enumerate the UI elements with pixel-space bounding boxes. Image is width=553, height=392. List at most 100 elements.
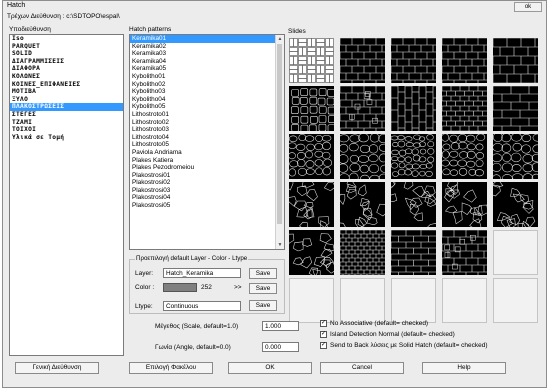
- slide-stones-e[interactable]: [493, 134, 538, 179]
- slide-bricks-h[interactable]: [442, 38, 487, 83]
- folder-item[interactable]: ΚΟΙΝΕΣ_ΕΠΙΦΑΝΕΙΕΣ: [10, 81, 123, 89]
- pick-folder-button[interactable]: Επιλογή Φακέλου: [129, 362, 213, 374]
- pattern-item[interactable]: Kybolitho01: [130, 73, 284, 81]
- slide-crazy-c[interactable]: [391, 182, 436, 227]
- folder-item[interactable]: Υλικά σε Τομή: [10, 134, 123, 142]
- current-dir-button[interactable]: Γενική Διεύθυνση: [15, 362, 99, 374]
- slide-blocks-wide[interactable]: [493, 86, 538, 131]
- layer-input[interactable]: Hatch_Keramika: [163, 268, 241, 278]
- slide-stones-c[interactable]: [391, 134, 436, 179]
- slide-blocks[interactable]: [391, 38, 436, 83]
- slide-cobble-lg[interactable]: [289, 86, 334, 131]
- slide-crazy-e[interactable]: [493, 182, 538, 227]
- slide-empty[interactable]: [340, 278, 385, 323]
- slide-stones-d[interactable]: [442, 134, 487, 179]
- pattern-list[interactable]: Keramika01 Keramika02 Keramika03 Keramika04…: [129, 34, 285, 250]
- help-button[interactable]: Help: [422, 362, 506, 374]
- folder-item[interactable]: ΔΙΑΓΡΑΜΜΙΣΕΙΣ: [10, 58, 123, 66]
- no-associative-checkbox[interactable]: ✓: [320, 320, 327, 327]
- slide-bricks-tall[interactable]: [493, 38, 538, 83]
- pattern-item[interactable]: Lithostroto04: [130, 134, 284, 142]
- color-arrow[interactable]: >>: [234, 284, 242, 291]
- pattern-item[interactable]: Plakes Pezodromeiou: [130, 164, 284, 172]
- slide-grid-dense[interactable]: [340, 230, 385, 275]
- pattern-item[interactable]: Plakostrosi05: [130, 202, 284, 210]
- pattern-item[interactable]: Plakostrosi03: [130, 187, 284, 195]
- folder-item[interactable]: ΔΙΑΦΟΡΑ: [10, 65, 123, 73]
- current-path: Τρέχων Διεύθυνση : c:\SDTOPO\espal\: [7, 13, 120, 20]
- folders-header: Υποδιεύθυνση: [9, 26, 51, 33]
- folder-item[interactable]: ΤΟΙΧΟΙ: [10, 126, 123, 134]
- folder-item[interactable]: PARQUET: [10, 43, 123, 51]
- ltype-save-button[interactable]: Save: [249, 300, 277, 311]
- slide-bricks-small[interactable]: [442, 86, 487, 131]
- pattern-scrollbar[interactable]: ▲ ▼: [275, 35, 284, 249]
- color-save-button[interactable]: Save: [249, 283, 277, 294]
- island-detection-checkbox[interactable]: ✓: [320, 331, 327, 338]
- slide-blocks-mixed[interactable]: [340, 86, 385, 131]
- slide-crazy-a[interactable]: [289, 182, 334, 227]
- folder-item[interactable]: Iso: [10, 35, 123, 43]
- slide-empty[interactable]: [289, 278, 334, 323]
- slide-bricks-v[interactable]: [391, 86, 436, 131]
- scroll-down-icon[interactable]: ▼: [276, 241, 284, 249]
- folder-item[interactable]: ΚΟΛΩΝΕΣ: [10, 73, 123, 81]
- pattern-item[interactable]: Plakostrosi02: [130, 179, 284, 187]
- layer-save-button[interactable]: Save: [249, 268, 277, 279]
- slide-empty[interactable]: [442, 278, 487, 323]
- folder-item[interactable]: SOLID: [10, 50, 123, 58]
- angle-label: Γωνία (Angle, default=0.0): [155, 344, 231, 351]
- slide-bricks[interactable]: [340, 38, 385, 83]
- layer-group-title: Προεπιλογή default Layer - Color - Ltype: [135, 255, 249, 262]
- pattern-item[interactable]: Lithostroto01: [130, 111, 284, 119]
- scale-label: Μέγεθος (Scale, default=1.0): [155, 323, 239, 330]
- folder-item[interactable]: ΣΤΕΓΕΣ: [10, 111, 123, 119]
- folder-item[interactable]: ΠΛΑΚΟΣΤΡΩΣΕΙΣ: [10, 103, 123, 111]
- pattern-item[interactable]: Plakostrosi04: [130, 194, 284, 202]
- slide-empty[interactable]: [391, 278, 436, 323]
- pattern-item[interactable]: Keramika03: [130, 50, 284, 58]
- pattern-item[interactable]: Keramika04: [130, 58, 284, 66]
- slide-empty[interactable]: [493, 278, 538, 323]
- scroll-up-icon[interactable]: ▲: [276, 35, 284, 43]
- slide-stones-a[interactable]: [289, 134, 334, 179]
- slide-empty[interactable]: [493, 230, 538, 275]
- slide-stones-b[interactable]: [340, 134, 385, 179]
- pattern-item[interactable]: Lithostroto05: [130, 141, 284, 149]
- folder-list[interactable]: Iso PARQUET SOLID ΔΙΑΓΡΑΜΜΙΣΕΙΣ ΔΙΑΦΟΡΑ ΚΟΛΩΝ…: [9, 34, 124, 356]
- color-swatch[interactable]: [163, 283, 197, 292]
- slide-paving[interactable]: [442, 230, 487, 275]
- pattern-item[interactable]: Kybolitho04: [130, 96, 284, 104]
- pattern-item[interactable]: Lithostroto03: [130, 126, 284, 134]
- pattern-item[interactable]: Plakostrosi01: [130, 172, 284, 180]
- island-detection-label: Island Detection Normal (default= checke…: [330, 331, 455, 338]
- ok-button[interactable]: OK: [228, 362, 312, 374]
- pattern-item[interactable]: Paviola Andriama: [130, 149, 284, 157]
- pattern-item[interactable]: Lithostroto02: [130, 119, 284, 127]
- angle-input[interactable]: 0.000: [262, 342, 299, 352]
- pattern-item[interactable]: Keramika05: [130, 65, 284, 73]
- pattern-item[interactable]: Kybolitho05: [130, 103, 284, 111]
- scale-input[interactable]: 1.000: [262, 321, 299, 331]
- folder-item[interactable]: ΤΖΑΜΙ: [10, 119, 123, 127]
- close-button[interactable]: ok: [514, 2, 542, 12]
- pattern-item[interactable]: Plakes Katiera: [130, 157, 284, 165]
- pattern-item[interactable]: Keramika02: [130, 43, 284, 51]
- patterns-header: Hatch patterns: [129, 26, 172, 33]
- slide-slates[interactable]: [391, 230, 436, 275]
- slides-header: Slides: [288, 28, 306, 35]
- slide-crazy-f[interactable]: [289, 230, 334, 275]
- slide-basket[interactable]: [289, 38, 334, 83]
- pattern-item[interactable]: Kybolitho02: [130, 81, 284, 89]
- folder-item[interactable]: ΞΥΛΟ: [10, 96, 123, 104]
- send-to-back-checkbox[interactable]: ✓: [320, 342, 327, 349]
- slide-crazy-b[interactable]: [340, 182, 385, 227]
- folder-item[interactable]: ΜΟΤΙΒΑ: [10, 88, 123, 96]
- cancel-button[interactable]: Cancel: [320, 362, 404, 374]
- pattern-item[interactable]: Kybolitho03: [130, 88, 284, 96]
- title-bar: Hatch ok: [3, 1, 546, 12]
- pattern-item[interactable]: Keramika01: [130, 35, 284, 43]
- scroll-thumb[interactable]: [277, 44, 282, 224]
- ltype-input[interactable]: Continuous: [163, 301, 241, 311]
- slide-crazy-d[interactable]: [442, 182, 487, 227]
